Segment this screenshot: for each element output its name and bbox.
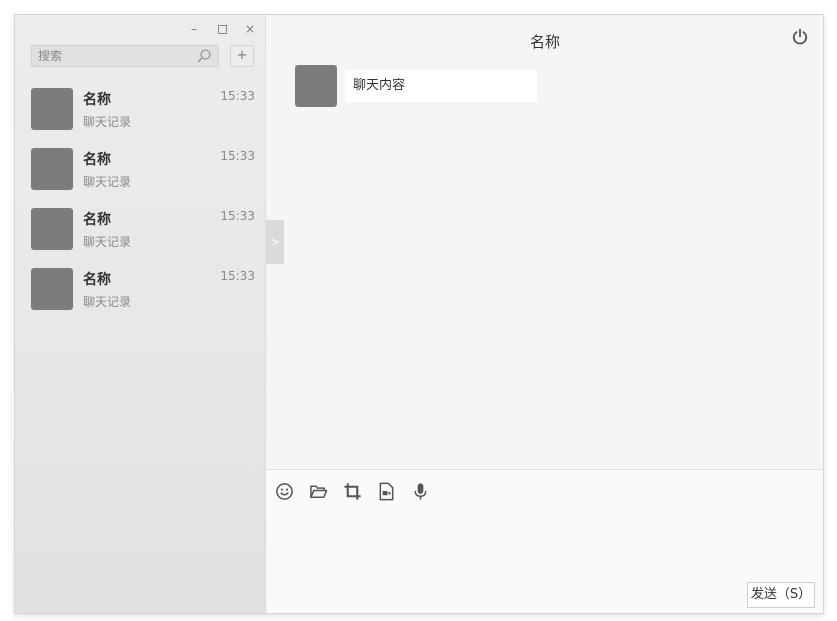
contact-item[interactable]: 名称 聊天记录 15:33 [31, 208, 257, 252]
avatar [31, 148, 73, 190]
contact-item[interactable]: 名称 聊天记录 15:33 [31, 268, 257, 312]
emoji-icon[interactable] [275, 482, 294, 501]
avatar [31, 268, 73, 310]
contact-name: 名称 [83, 152, 111, 168]
chat-window: – × + 名称 聊天记录 15:33 名称 聊天记录 15:33 名称 [14, 14, 824, 614]
contact-time: 15:33 [220, 269, 255, 283]
contact-time: 15:33 [220, 209, 255, 223]
folder-icon[interactable] [309, 482, 328, 501]
contact-name: 名称 [83, 272, 111, 288]
contact-item[interactable]: 名称 聊天记录 15:33 [31, 88, 257, 132]
chat-title: 名称 [529, 33, 560, 51]
window-controls: – × [187, 22, 257, 37]
contact-preview: 聊天记录 [83, 175, 132, 189]
contact-preview: 聊天记录 [83, 235, 132, 249]
add-button[interactable]: + [230, 45, 254, 67]
compose-toolbar [275, 482, 430, 501]
contact-name: 名称 [83, 212, 111, 228]
microphone-icon[interactable] [411, 482, 430, 501]
contact-time: 15:33 [220, 149, 255, 163]
send-button[interactable]: 发送（S） [747, 582, 815, 608]
search-box [31, 45, 219, 67]
contact-time: 15:33 [220, 89, 255, 103]
sidebar: – × + 名称 聊天记录 15:33 名称 聊天记录 15:33 名称 [15, 15, 266, 613]
power-icon[interactable] [791, 28, 809, 46]
message-bubble: 聊天内容 [345, 70, 537, 102]
minimize-button[interactable]: – [187, 22, 201, 37]
avatar [31, 208, 73, 250]
chat-panel: 名称 聊天内容 发送（S） [267, 15, 823, 613]
avatar [295, 65, 337, 107]
search-input[interactable] [38, 49, 188, 63]
contact-preview: 聊天记录 [83, 295, 132, 309]
video-file-icon[interactable] [377, 482, 396, 501]
compose-area[interactable]: 发送（S） [267, 469, 823, 613]
contact-preview: 聊天记录 [83, 115, 132, 129]
maximize-icon [217, 25, 227, 34]
contact-name: 名称 [83, 92, 111, 108]
avatar [31, 88, 73, 130]
maximize-button[interactable] [215, 22, 229, 37]
contact-item[interactable]: 名称 聊天记录 15:33 [31, 148, 257, 192]
close-button[interactable]: × [243, 22, 257, 37]
search-icon[interactable] [196, 48, 212, 64]
crop-icon[interactable] [343, 482, 362, 501]
